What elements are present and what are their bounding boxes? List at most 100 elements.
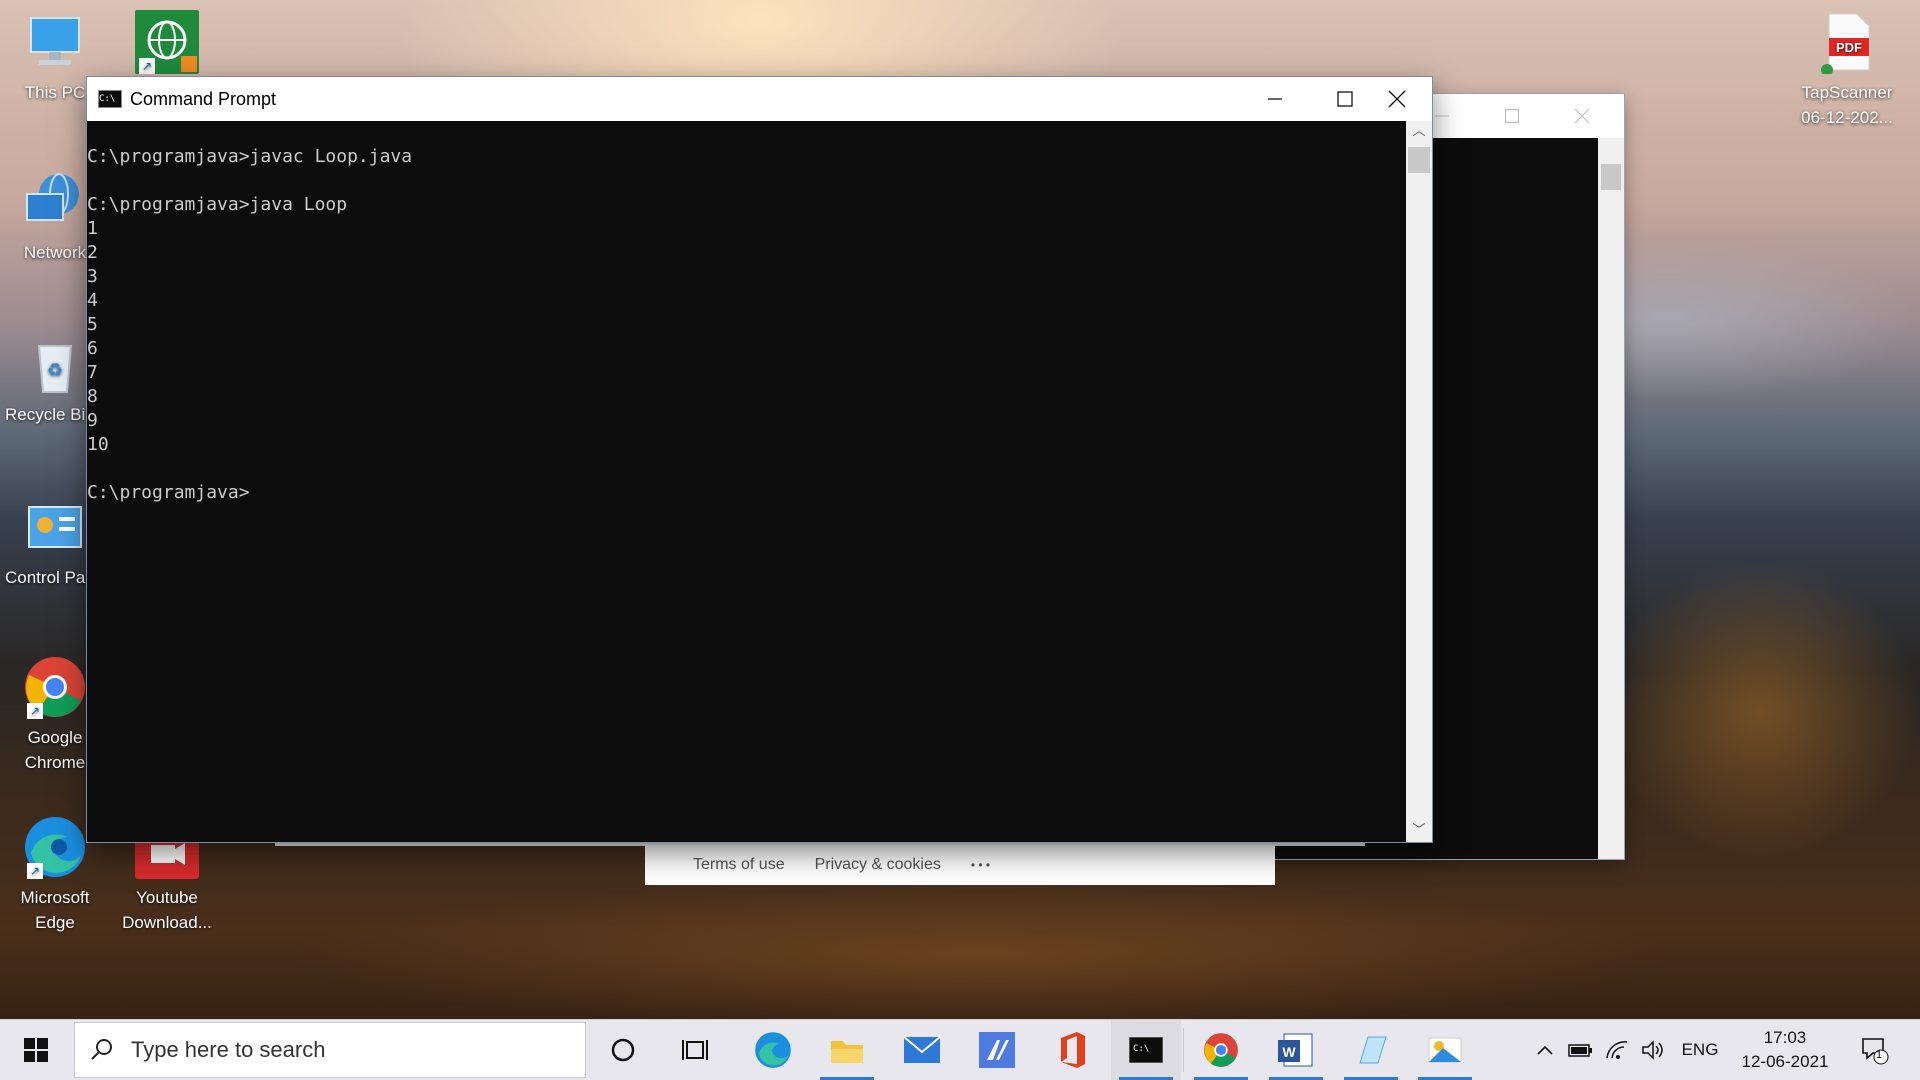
desktop-icon-label: Recycle Bin — [5, 405, 87, 424]
battery-button[interactable] — [1566, 1020, 1596, 1080]
clock-date: 12-06-2021 — [1741, 1052, 1829, 1071]
folder-icon — [831, 1041, 863, 1063]
svg-text:PDF: PDF — [1836, 40, 1862, 55]
foreground-glow — [280, 880, 1680, 1030]
shortcut-arrow-icon: ↗ — [139, 58, 155, 74]
chrome-icon: ↗ — [23, 655, 87, 719]
more-options-button[interactable]: • • • — [971, 858, 990, 872]
terms-of-use-link[interactable]: Terms of use — [693, 856, 785, 874]
terminal-line: 5 — [87, 314, 98, 335]
volume-button[interactable] — [1638, 1020, 1668, 1080]
terminal-line: 9 — [87, 410, 98, 431]
desktop-icon-label: Youtube Download... — [122, 888, 212, 932]
task-view-button[interactable] — [660, 1020, 730, 1080]
task-view-icon — [682, 1040, 708, 1060]
edge-icon — [755, 1032, 791, 1068]
shortcut-arrow-icon: ↗ — [27, 863, 43, 879]
search-icon — [91, 1039, 112, 1060]
cortana-circle-icon — [611, 1038, 635, 1062]
taskbar-search-box[interactable]: Type here to search — [74, 1022, 586, 1078]
taskbar-app-blue[interactable] — [962, 1020, 1032, 1080]
terminal-line: 4 — [87, 290, 98, 311]
taskbar-mail[interactable] — [887, 1020, 957, 1080]
control-panel-icon — [23, 495, 87, 559]
terminal-line: 2 — [87, 242, 98, 263]
show-hidden-icons-button[interactable] — [1530, 1020, 1560, 1080]
terminal-line: 10 — [87, 434, 109, 455]
taskbar-notepad[interactable] — [1336, 1020, 1406, 1080]
scroll-down-arrow-icon[interactable]: ﹀ — [1406, 820, 1432, 842]
speaker-icon — [1642, 1040, 1663, 1060]
clock-button[interactable]: 17:03 12-06-2021 — [1730, 1026, 1840, 1074]
taskbar-divider — [1183, 1028, 1184, 1072]
terminal-line: C:\programjava> — [87, 482, 250, 503]
console-icon: C:\ — [98, 90, 122, 108]
taskbar-word[interactable]: W — [1261, 1020, 1331, 1080]
privacy-cookies-link[interactable]: Privacy & cookies — [815, 856, 941, 874]
command-prompt-window[interactable]: C:\ Command Prompt C:\programjava>javac … — [87, 77, 1432, 842]
word-icon: W — [1278, 1033, 1313, 1067]
vertical-scrollbar[interactable]: ︿ ﹀ — [1406, 121, 1432, 842]
taskbar-edge[interactable] — [738, 1020, 808, 1080]
background-window-scrollbar[interactable] — [1598, 138, 1624, 859]
notepad-icon — [1359, 1036, 1387, 1064]
language-label: ENG — [1681, 1040, 1719, 1059]
pdf-file-icon: PDF — [1815, 10, 1879, 76]
command-prompt-titlebar[interactable]: C:\ Command Prompt — [87, 77, 1432, 121]
taskbar-file-explorer[interactable] — [812, 1020, 882, 1080]
mail-icon — [903, 1036, 941, 1063]
console-icon: C:\ — [1129, 1037, 1163, 1063]
desktop-icon-label: Control Panel — [5, 568, 87, 587]
terminal-line: C:\programjava>javac Loop.java — [87, 146, 413, 167]
edge-icon: ↗ — [23, 815, 87, 879]
action-center-button[interactable]: 1 — [1852, 1020, 1896, 1080]
terminal-line: 6 — [87, 338, 98, 359]
cortana-button[interactable] — [588, 1020, 658, 1080]
svg-text:W: W — [1282, 1044, 1296, 1060]
notification-icon — [1862, 1038, 1889, 1065]
start-button[interactable] — [0, 1020, 72, 1080]
blue-app-icon — [979, 1032, 1015, 1068]
desktop-icon-label: Microsoft Edge — [20, 888, 90, 932]
close-button[interactable] — [1362, 77, 1432, 121]
close-button[interactable] — [1547, 94, 1617, 138]
taskbar: Type here to search C:\ W ENG 17:03 12-0… — [0, 1019, 1920, 1080]
desktop-icon-tapscanner[interactable]: PDF TapScanner 06-12-202... — [1797, 10, 1897, 130]
battery-icon — [1568, 1044, 1592, 1057]
maximize-button[interactable] — [1477, 94, 1547, 138]
wifi-button[interactable] — [1602, 1020, 1632, 1080]
notification-count-badge: 1 — [1876, 1049, 1883, 1061]
footer-links-strip: Terms of use Privacy & cookies • • • — [645, 845, 1275, 885]
windows-logo-icon — [24, 1038, 48, 1062]
input-language-button[interactable]: ENG — [1676, 1020, 1724, 1080]
search-placeholder: Type here to search — [131, 1037, 326, 1062]
chevron-up-icon — [1537, 1045, 1553, 1055]
globe-app-icon: ↗ — [135, 10, 199, 74]
minimize-button[interactable] — [1240, 77, 1310, 121]
taskbar-photos[interactable] — [1410, 1020, 1480, 1080]
terminal-line: C:\programjava>java Loop — [87, 194, 348, 215]
computer-icon — [23, 10, 87, 74]
desktop-icon-qgis[interactable]: ↗ — [117, 10, 217, 80]
taskbar-command-prompt[interactable]: C:\ — [1111, 1020, 1181, 1080]
network-globe-icon — [23, 170, 87, 234]
svg-text:C:\: C:\ — [1133, 1044, 1149, 1054]
terminal-line: 3 — [87, 266, 98, 287]
terminal-line: 7 — [87, 362, 98, 383]
scrollbar-thumb[interactable] — [1408, 147, 1430, 173]
clock-time: 17:03 — [1763, 1028, 1807, 1047]
photos-icon — [1428, 1037, 1462, 1063]
shortcut-arrow-icon: ↗ — [27, 703, 43, 719]
office-icon — [1061, 1032, 1085, 1068]
taskbar-google-chrome[interactable] — [1186, 1020, 1256, 1080]
terminal-line: 8 — [87, 386, 98, 407]
desktop-icon-label: TapScanner 06-12-202... — [1801, 83, 1893, 127]
svg-text:♻: ♻ — [47, 360, 63, 380]
terminal-output[interactable]: C:\programjava>javac Loop.java C:\program… — [87, 121, 1406, 842]
scroll-up-arrow-icon[interactable]: ︿ — [1406, 121, 1432, 143]
taskbar-office[interactable] — [1037, 1020, 1107, 1080]
rocks-glow — [1600, 560, 1920, 860]
terminal-line: 1 — [87, 218, 98, 239]
